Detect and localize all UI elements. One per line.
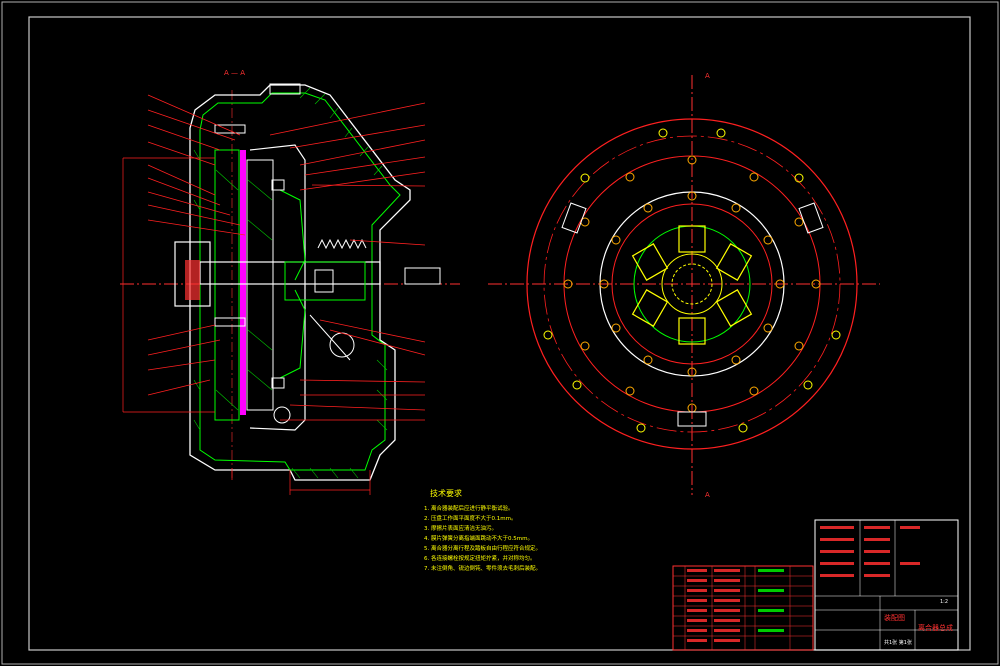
marker-a-bottom: A [705, 491, 710, 499]
section-label: A — A [224, 69, 245, 77]
notes-item: 2. 压盘工作面平面度不大于0.1mm。 [424, 514, 516, 522]
pilot-bearing [185, 260, 200, 300]
marker-a-top: A [705, 72, 710, 80]
notes-item: 5. 离合器分离行程及踏板自由行程应符合规定。 [424, 544, 541, 552]
drawing-name: 离合器总成 [918, 623, 953, 632]
notes-title: 技术要求 [430, 488, 462, 498]
notes-item: 4. 膜片弹簧分离指端面跳动不大于0.5mm。 [424, 534, 533, 542]
notes-item: 6. 各连接螺栓按规定扭矩拧紧，并对称均匀。 [424, 554, 536, 562]
notes-item: 1. 离合器装配后应进行静平衡试验。 [424, 504, 514, 512]
friction-disc [240, 150, 246, 415]
cad-drawing-canvas: A — A A A 技术要求 1. 离合器装配后应进行静平衡试验。 2. 压盘工… [0, 0, 1000, 666]
notes-item: 3. 摩擦片表面应清洁无油污。 [424, 524, 497, 532]
drawing-scale: 1:2 [940, 599, 948, 605]
sheet-number: 共1张 第1张 [884, 639, 912, 646]
drawing-type: 装配图 [884, 613, 905, 622]
drawing-svg: A — A A A 技术要求 1. 离合器装配后应进行静平衡试验。 2. 压盘工… [0, 0, 1000, 666]
notes-item: 7. 未注倒角、锐边倒钝、零件须去毛刺后装配。 [424, 564, 541, 572]
